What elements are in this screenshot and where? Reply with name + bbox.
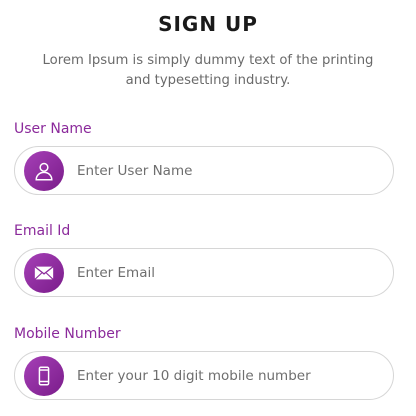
mobile-number-field[interactable] [14,351,394,400]
user-name-label: User Name [14,121,92,137]
envelope-icon [24,253,64,293]
email-input[interactable] [77,249,377,296]
mobile-phone-icon [24,356,64,396]
user-icon [24,151,64,191]
email-label: Email Id [14,223,71,239]
email-field[interactable] [14,248,394,297]
mobile-number-label: Mobile Number [14,326,121,342]
signup-title: SIGN UP [158,12,258,36]
user-name-field[interactable] [14,146,394,195]
user-name-input[interactable] [77,147,377,194]
signup-subtitle: Lorem Ipsum is simply dummy text of the … [42,53,374,88]
mobile-number-input[interactable] [77,352,377,399]
